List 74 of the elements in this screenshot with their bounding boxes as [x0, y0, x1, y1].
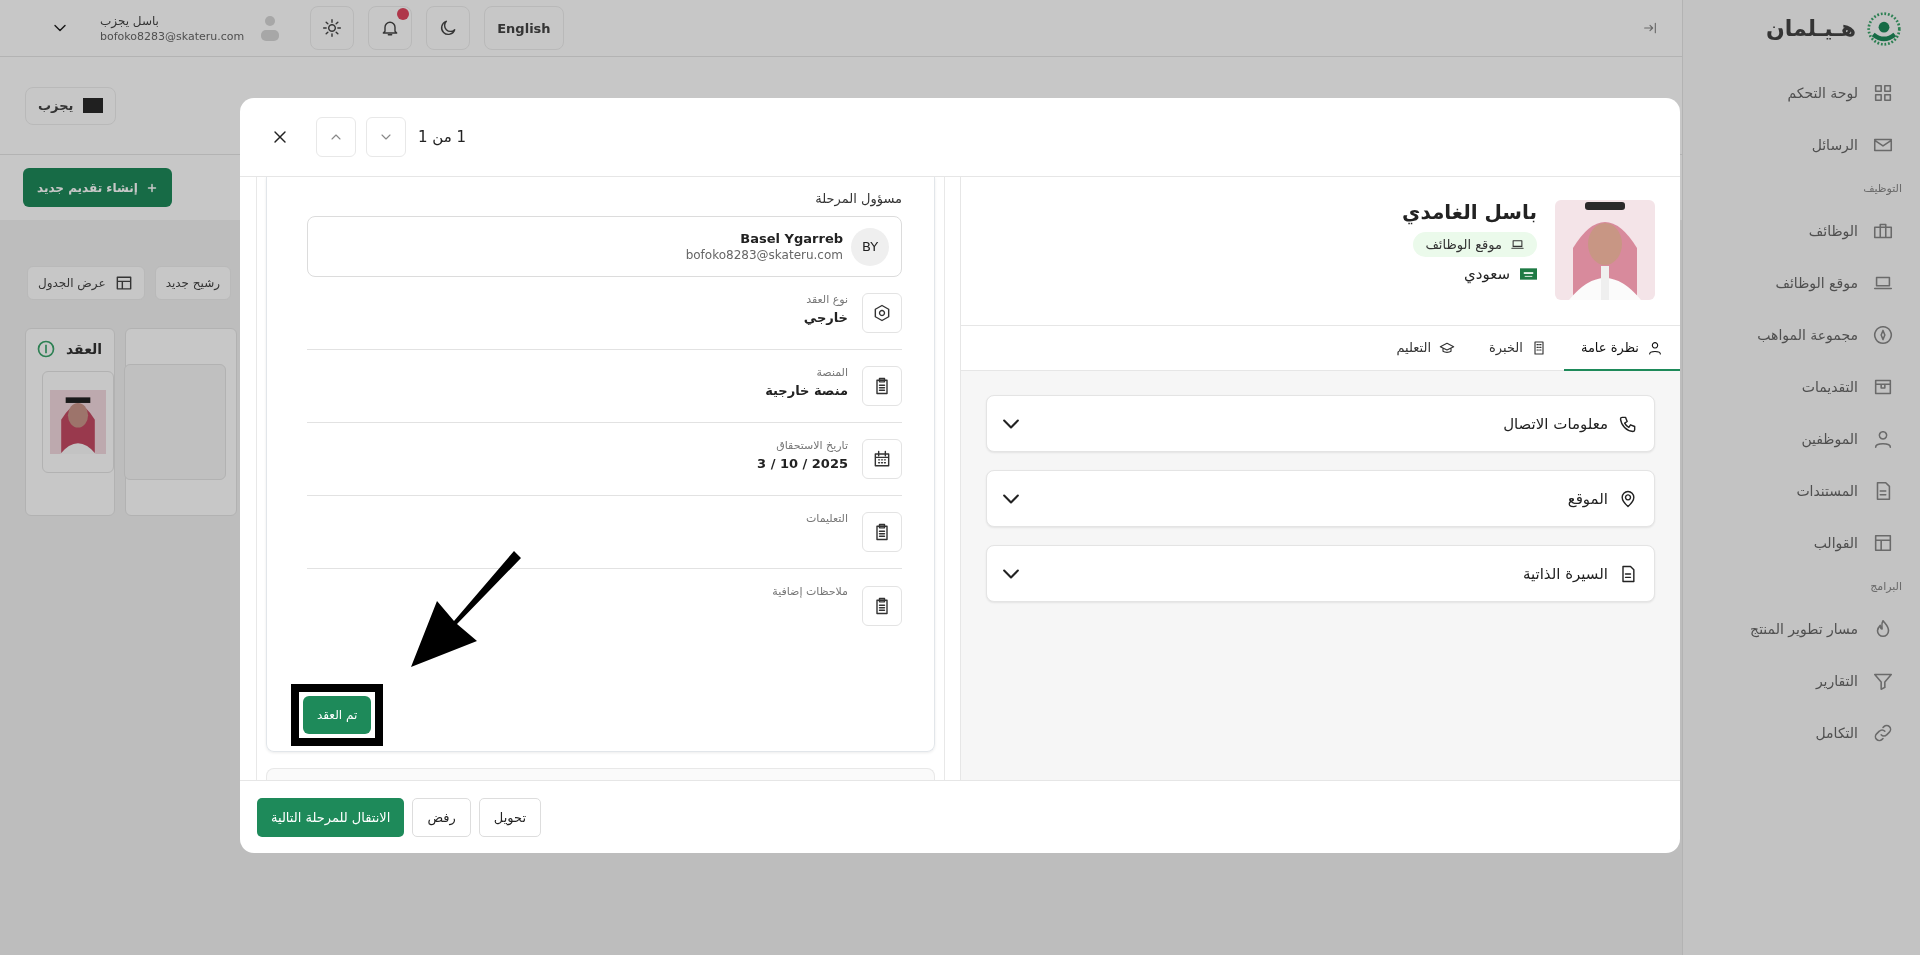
nav-section-title: التوظيف — [1862, 180, 1902, 197]
sidebar-item[interactable]: التكامل — [1697, 707, 1902, 759]
sidebar-item[interactable]: القوالب — [1697, 517, 1902, 569]
chevron-down-icon — [1003, 568, 1019, 579]
plus-icon — [145, 181, 158, 194]
sidebar-item[interactable]: التقديمات — [1697, 361, 1902, 413]
notification-badge — [397, 8, 410, 20]
footer-button[interactable]: تحويل — [478, 797, 541, 837]
footer-button[interactable]: الانتقال للمرحلة التالية — [257, 797, 405, 837]
field-label: مسؤول المرحلة — [815, 191, 902, 206]
flag-icon — [83, 98, 104, 113]
create-button[interactable]: إنشاء تقديم جديد — [23, 168, 172, 207]
person-icon — [1647, 339, 1663, 356]
company-button[interactable]: يجزب — [25, 86, 117, 125]
theme-button[interactable] — [426, 6, 471, 50]
sidebar-item[interactable]: موقع الوظائف — [1697, 257, 1902, 309]
accordion-header[interactable]: الموقع — [986, 470, 1655, 527]
location-pin-icon — [1618, 488, 1638, 509]
flag-icon — [1520, 268, 1537, 280]
logo-icon — [1866, 10, 1902, 47]
candidate-card[interactable] — [42, 371, 114, 473]
sidebar-item[interactable]: لوحة التحكم — [1697, 67, 1902, 119]
accordion-header[interactable]: معلومات الاتصال — [986, 395, 1655, 452]
candidate-name: باسل الغامدي — [1402, 200, 1537, 224]
tab[interactable]: التعليم — [1379, 326, 1473, 371]
compass-icon — [1872, 324, 1894, 346]
sidebar-item[interactable]: التقارير — [1697, 655, 1902, 707]
language-button[interactable]: English — [484, 6, 564, 50]
settings-button[interactable] — [310, 6, 355, 50]
notifications-button[interactable] — [368, 6, 413, 50]
hexagon-icon — [872, 303, 892, 323]
calendar-icon — [872, 449, 892, 469]
chevron-down-icon — [1003, 418, 1019, 429]
link-icon — [1872, 722, 1894, 744]
sidebar-item[interactable]: الموظفين — [1697, 413, 1902, 465]
toolbar-button[interactable]: رشيح جديد — [154, 266, 232, 300]
section-title: الموقع — [1566, 489, 1608, 508]
chevron-down-icon — [1003, 493, 1019, 504]
sidebar-item[interactable]: مجموعة المواهب — [1697, 309, 1902, 361]
sidebar-item[interactable]: مسار تطوير المنتج — [1697, 603, 1902, 655]
field-value: 3 / 10 / 2025 — [757, 456, 848, 471]
person-icon — [1872, 428, 1894, 450]
tab[interactable]: الخبرة — [1472, 326, 1564, 371]
toolbar-button[interactable]: عرض الجدول — [27, 266, 145, 300]
field-label: ملاحظات إضافية — [772, 585, 848, 598]
contract-done-button[interactable]: تم العقد — [303, 696, 372, 734]
owner-name: Basel Ygarreb — [740, 231, 843, 246]
owner-email: bofoko8283@skateru.com — [685, 248, 843, 262]
sidebar-item[interactable]: الوظائف — [1697, 205, 1902, 257]
field-label: تاريخ الاستحقاق — [776, 439, 848, 452]
grid-icon — [1872, 82, 1894, 104]
pager-text: 1 من 1 — [418, 128, 467, 146]
sidebar-item[interactable]: الرسائل — [1697, 119, 1902, 171]
source-badge: موقع الوظائف — [1413, 232, 1537, 257]
footer-button[interactable]: رفض — [412, 797, 471, 837]
section-title: معلومات الاتصال — [1502, 414, 1608, 433]
field-label: المنصة — [816, 366, 848, 379]
user-email: bofoko8283@skateru.com — [100, 29, 245, 43]
section-title: السيرة الذاتية — [1521, 564, 1608, 583]
accordion-header[interactable]: السيرة الذاتية — [986, 545, 1655, 602]
field-label: نوع العقد — [806, 293, 848, 306]
field-value: منصة خارجية — [765, 383, 848, 398]
logo-text: هـيـلمان — [1765, 16, 1856, 41]
nav-section-title: البرامج — [1869, 578, 1902, 595]
layout-icon — [1872, 532, 1894, 554]
sidebar-item[interactable]: المستندات — [1697, 465, 1902, 517]
nationality-text: سعودي — [1464, 265, 1510, 283]
field-value: خارجي — [803, 310, 848, 325]
laptop-icon — [1510, 237, 1525, 252]
column-title: العقد — [66, 341, 103, 357]
user-name: باسل يجزب — [100, 13, 159, 28]
settings-icon — [322, 18, 343, 38]
field-label: التعليمات — [805, 512, 848, 525]
initials-avatar: BY — [851, 227, 889, 266]
